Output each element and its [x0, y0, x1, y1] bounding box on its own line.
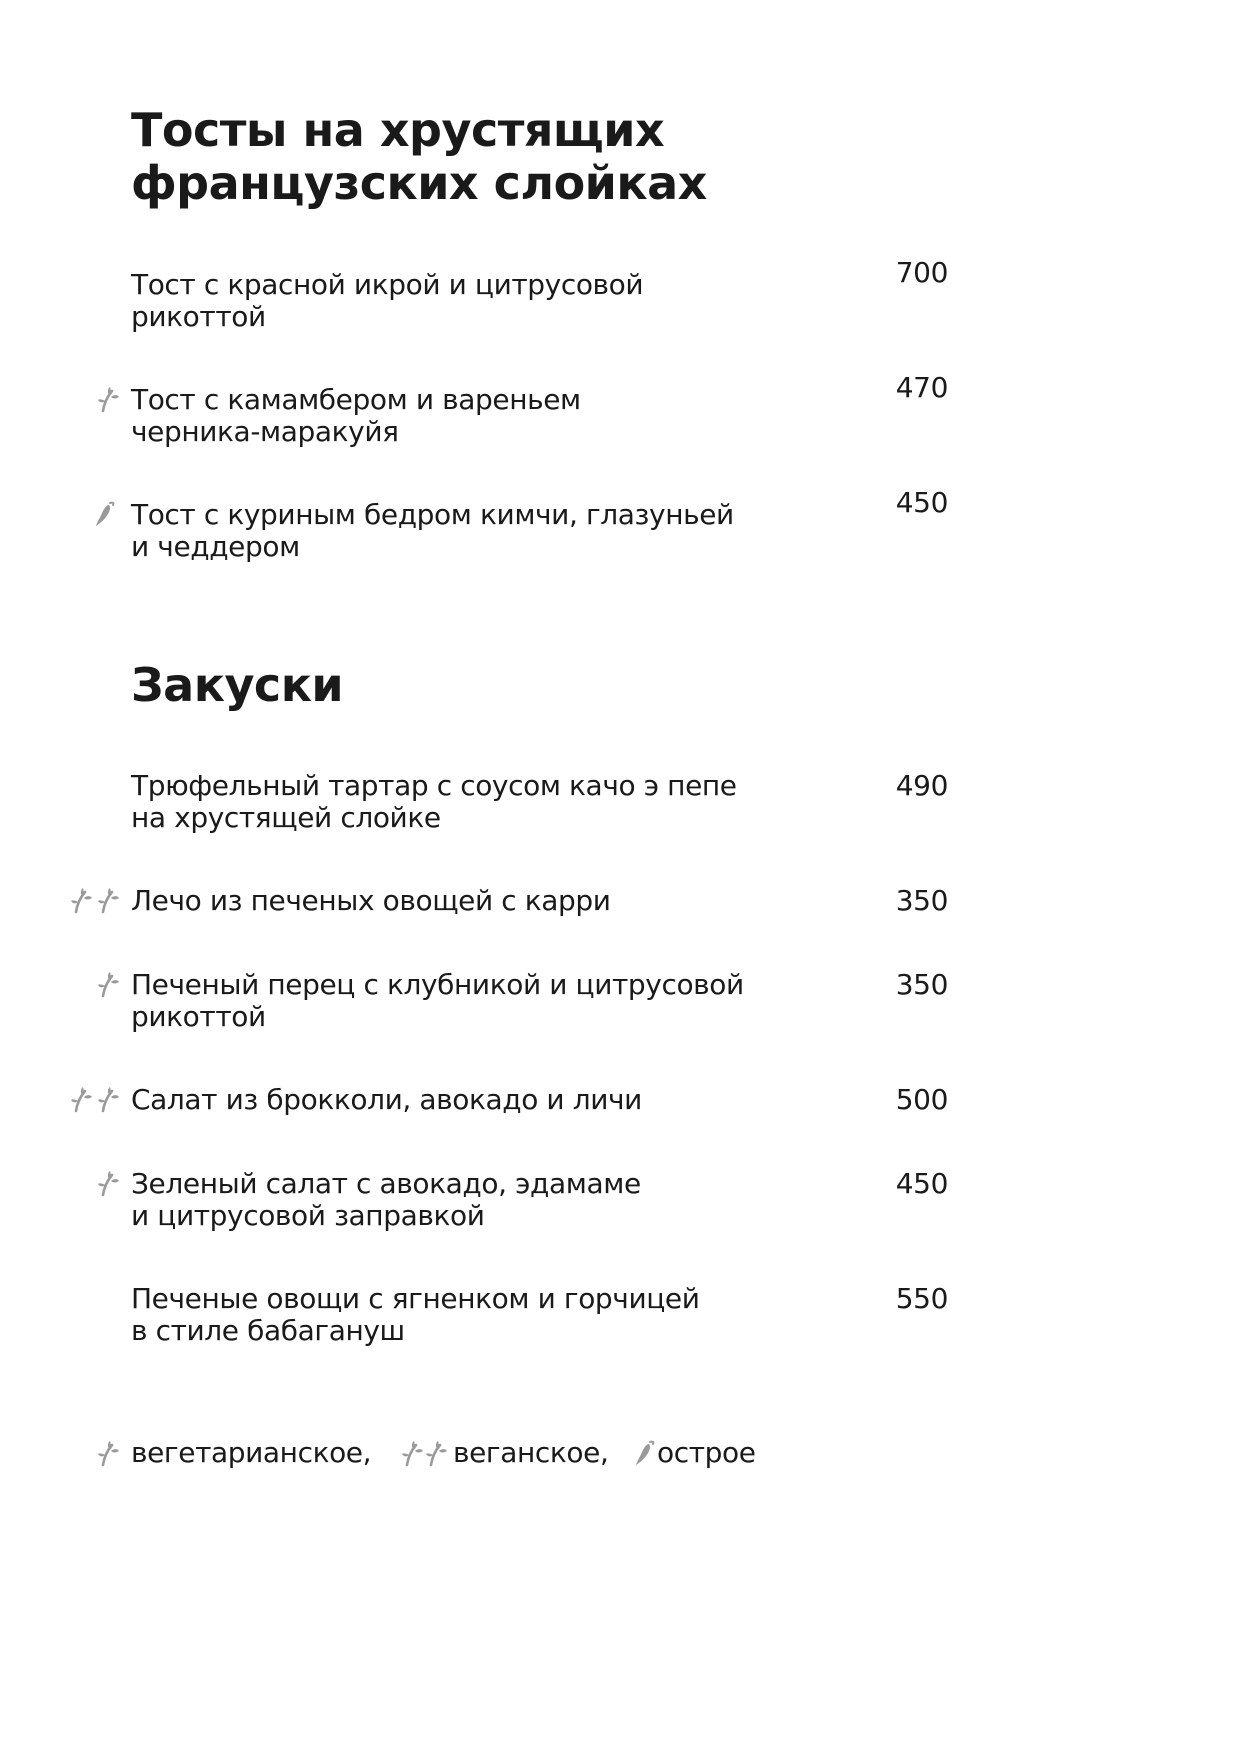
menu-item: Печеные овощи с ягненком и горчицей в ст…: [131, 1283, 791, 1347]
menu-page: Тосты на хрустящих французских слойках Т…: [0, 0, 1103, 1560]
sprout-icon: [96, 1169, 120, 1197]
item-price: 350: [895, 884, 949, 917]
item-price: 450: [895, 486, 949, 519]
item-name-line: Тост с красной икрой и цитрусовой: [131, 268, 644, 301]
item-name-line: Печеные овощи с ягненком и горчицей: [131, 1282, 700, 1315]
menu-item: Трюфельный тартар с соусом качо э пепе н…: [131, 770, 791, 834]
sprout-icon: [96, 886, 120, 914]
item-price: 500: [895, 1083, 949, 1116]
sprout-icon: [69, 886, 93, 914]
item-name-line: в стиле бабагануш: [131, 1314, 405, 1347]
item-name-line: Тост с куриным бедром кимчи, глазуньей: [131, 498, 734, 531]
chili-pepper-icon: [632, 1439, 656, 1467]
legend: вегетарианское, веганское, острое: [0, 1435, 1103, 1471]
menu-item: Лечо из печеных овощей с карри: [131, 885, 791, 917]
menu-item: Тост с куриным бедром кимчи, глазуньей и…: [131, 499, 791, 563]
item-name-line: черника-маракуйя: [131, 415, 399, 448]
item-name-line: Печеный перец с клубникой и цитрусовой: [131, 968, 744, 1001]
item-price: 470: [895, 371, 949, 404]
sprout-icon: [400, 1439, 424, 1467]
item-price: 490: [895, 769, 949, 802]
menu-item: Тост с красной икрой и цитрусовой рикотт…: [131, 269, 791, 333]
menu-item: Тост с камамбером и вареньем черника-мар…: [131, 384, 791, 448]
section-title-toasts: Тосты на хрустящих французских слойках: [131, 104, 707, 210]
chili-pepper-icon: [92, 500, 116, 528]
sprout-icon: [69, 1085, 93, 1113]
item-name-line: Лечо из печеных овощей с карри: [131, 884, 611, 917]
item-name-line: рикоттой: [131, 300, 266, 333]
item-price: 450: [895, 1167, 949, 1200]
item-name-line: рикоттой: [131, 1000, 266, 1033]
menu-item: Салат из брокколи, авокадо и личи: [131, 1084, 791, 1116]
item-name-line: Салат из брокколи, авокадо и личи: [131, 1083, 642, 1116]
legend-vegetarian-label: вегетарианское,: [131, 1436, 372, 1469]
legend-spicy-label: острое: [657, 1436, 756, 1469]
item-price: 700: [895, 256, 949, 289]
menu-item: Зеленый салат с авокадо, эдамаме и цитру…: [131, 1168, 791, 1232]
item-name-line: Тост с камамбером и вареньем: [131, 383, 581, 416]
menu-item: Печеный перец с клубникой и цитрусовой р…: [131, 969, 791, 1033]
item-name-line: на хрустящей слойке: [131, 801, 441, 834]
item-name-line: Трюфельный тартар с соусом качо э пепе: [131, 769, 737, 802]
sprout-icon: [424, 1439, 448, 1467]
sprout-icon: [96, 970, 120, 998]
item-price: 550: [895, 1282, 949, 1315]
section-title-line: французских слойках: [131, 156, 707, 210]
section-title-line: Тосты на хрустящих: [131, 103, 665, 157]
item-price: 350: [895, 968, 949, 1001]
item-name-line: и цитрусовой заправкой: [131, 1199, 485, 1232]
section-title-snacks: Закуски: [131, 658, 344, 712]
sprout-icon: [96, 1439, 120, 1467]
item-name-line: Зеленый салат с авокадо, эдамаме: [131, 1167, 641, 1200]
sprout-icon: [96, 1085, 120, 1113]
sprout-icon: [96, 385, 120, 413]
item-name-line: и чеддером: [131, 530, 300, 563]
section-title-line: Закуски: [131, 658, 344, 712]
legend-vegan-label: веганское,: [453, 1436, 609, 1469]
